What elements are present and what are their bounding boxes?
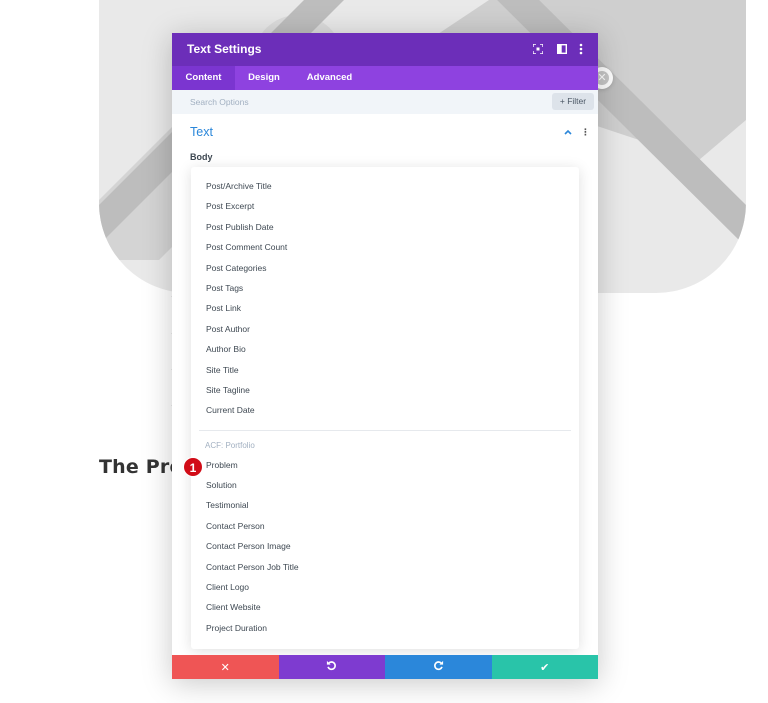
dropdown-option[interactable]: Post/Archive Title [191, 176, 579, 196]
dropdown-option[interactable]: Project Duration [191, 618, 579, 638]
text-settings-modal: Text Settings Content Design Advanced Se… [172, 33, 598, 679]
redo-icon [433, 660, 444, 674]
section-more-icon[interactable]: ⋮ [581, 127, 590, 137]
dropdown-option-problem[interactable]: Problem [191, 455, 579, 475]
chevron-up-icon[interactable] [564, 127, 575, 137]
search-options-bar[interactable]: Search Options + Filter [172, 90, 598, 114]
dropdown-option[interactable]: Author Bio [191, 339, 579, 359]
dropdown-option[interactable]: Post Publish Date [191, 217, 579, 237]
page-heading: The Pro [99, 456, 183, 478]
dropdown-option[interactable]: Post Link [191, 298, 579, 318]
tab-advanced[interactable]: Advanced [293, 66, 366, 90]
dropdown-option[interactable]: Post Excerpt [191, 196, 579, 216]
modal-footer: ✕ ✔ [172, 655, 598, 679]
dropdown-option[interactable]: Post Author [191, 319, 579, 339]
dropdown-option[interactable]: Current Date [191, 400, 579, 420]
modal-tabs: Content Design Advanced [172, 66, 598, 90]
tab-content[interactable]: Content [172, 66, 235, 90]
dropdown-divider [199, 429, 571, 431]
sidebar-toggle-icon[interactable] [555, 41, 569, 57]
filter-button[interactable]: + Filter [552, 93, 594, 110]
dropdown-option[interactable]: Post Tags [191, 278, 579, 298]
dropdown-group-label: ACF: Portfolio [205, 440, 255, 450]
body-field-label: Body [190, 152, 213, 162]
dropdown-option[interactable]: Client Website [191, 597, 579, 617]
dropdown-option[interactable]: Contact Person Image [191, 536, 579, 556]
dropdown-option[interactable]: Post Categories [191, 258, 579, 278]
dropdown-option[interactable]: Contact Person [191, 516, 579, 536]
fullscreen-icon[interactable] [531, 41, 545, 57]
save-button[interactable]: ✔ [491, 655, 598, 679]
discard-button[interactable]: ✕ [172, 655, 279, 679]
undo-button[interactable] [278, 655, 385, 679]
close-icon: ✕ [220, 661, 230, 674]
more-options-icon[interactable] [574, 41, 588, 57]
section-title-text[interactable]: Text [190, 125, 213, 139]
dropdown-option[interactable]: Site Title [191, 360, 579, 380]
annotation-marker: 1 [183, 457, 203, 477]
section-controls: ⋮ [564, 127, 590, 138]
search-input[interactable]: Search Options [190, 97, 249, 107]
dropdown-option[interactable]: Solution [191, 475, 579, 495]
check-icon: ✔ [540, 661, 550, 674]
dropdown-option[interactable]: Post Comment Count [191, 237, 579, 257]
modal-title: Text Settings [187, 42, 262, 56]
tab-design[interactable]: Design [235, 66, 293, 90]
dropdown-option[interactable]: Contact Person Job Title [191, 557, 579, 577]
undo-icon [326, 660, 337, 674]
dynamic-content-dropdown: Post/Archive Title Post Excerpt Post Pub… [191, 167, 579, 649]
dropdown-option[interactable]: Testimonial [191, 495, 579, 515]
dropdown-option[interactable]: Site Tagline [191, 380, 579, 400]
redo-button[interactable] [385, 655, 492, 679]
modal-header: Text Settings [172, 33, 598, 66]
dropdown-option[interactable]: Client Logo [191, 577, 579, 597]
